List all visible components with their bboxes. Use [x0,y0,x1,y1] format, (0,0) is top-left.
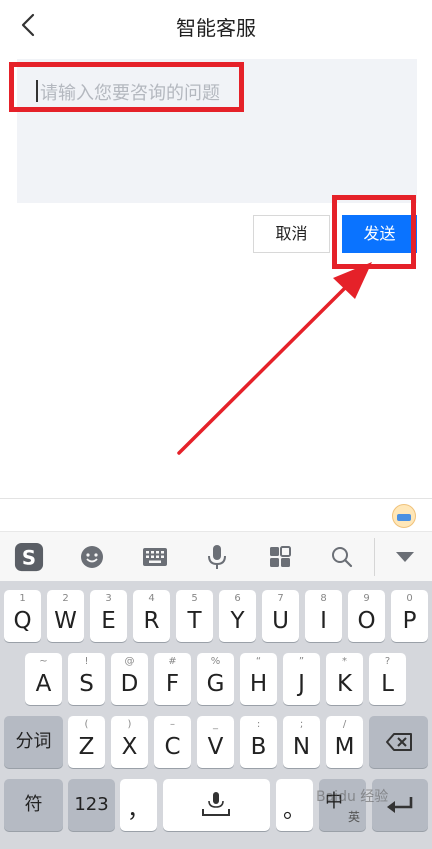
key-x[interactable]: ) X [111,716,148,768]
key-v[interactable]: _ V [197,716,234,768]
key-i[interactable]: 8I [305,590,342,642]
watermark: Baidu 经验 [316,789,389,805]
number-key[interactable]: 123 [68,779,115,831]
key-j[interactable]: ” J [283,653,320,705]
keyboard-divider [0,498,432,499]
period-key[interactable]: 。 [276,779,313,831]
key-c[interactable]: – C [154,716,191,768]
comma-key[interactable]: ， [120,779,157,831]
microphone-icon[interactable] [202,542,232,572]
key-g[interactable]: % G [197,653,234,705]
key-d[interactable]: @ D [111,653,148,705]
grid-apps-icon[interactable] [265,542,295,572]
key-p[interactable]: 0P [391,590,428,642]
input-placeholder: 请输入您要咨询的问题 [40,83,220,104]
sogou-logo-icon[interactable]: S [14,542,44,572]
key-m[interactable]: / M [326,716,363,768]
backspace-key[interactable] [369,716,428,768]
keyboard-icon[interactable] [140,542,170,572]
key-b[interactable]: :B [240,716,277,768]
key-r[interactable]: 4R [133,590,170,642]
search-icon[interactable] [327,542,357,572]
key-a[interactable]: ~ A [25,653,62,705]
key-n[interactable]: ; N [283,716,320,768]
svg-text:S: S [22,547,36,570]
key-t[interactable]: 5T [176,590,213,642]
key-h[interactable]: “H [240,653,277,705]
keyboard-toolbar: S [0,531,432,581]
header-bar: 智能客服 [0,0,432,50]
toolbar-separator [374,538,375,576]
collapse-icon[interactable] [390,542,420,572]
key-l[interactable]: ? L [369,653,406,705]
page-title: 智能客服 [176,16,256,40]
key-s[interactable]: ! S [68,653,105,705]
assistant-avatar-icon[interactable] [392,504,416,528]
send-button[interactable]: 发送 [342,215,417,253]
enter-icon [387,797,413,813]
key-z[interactable]: (Z [68,716,105,768]
key-k[interactable]: * K [326,653,363,705]
key-e[interactable]: 3E [90,590,127,642]
space-mic-icon [202,792,230,816]
space-key[interactable] [163,779,270,831]
key-q[interactable]: 1Q [4,590,41,642]
backspace-icon [386,733,412,751]
text-caret [36,80,38,102]
key-f[interactable]: # F [154,653,191,705]
emoji-icon[interactable] [77,542,107,572]
keyboard-keys: 1Q 2W 3E 4R 5T 6Y 7U 8I 9O 0P ~ A ! S @ D #… [0,581,432,849]
language-secondary: 英 [347,810,360,824]
fenci-key[interactable]: 分词 [4,716,63,768]
cancel-button[interactable]: 取消 [253,215,330,253]
key-y[interactable]: 6Y [219,590,256,642]
key-u[interactable]: 7U [262,590,299,642]
key-o[interactable]: 9O [348,590,385,642]
key-w[interactable]: 2W [47,590,84,642]
symbol-key[interactable]: 符 [4,779,63,831]
